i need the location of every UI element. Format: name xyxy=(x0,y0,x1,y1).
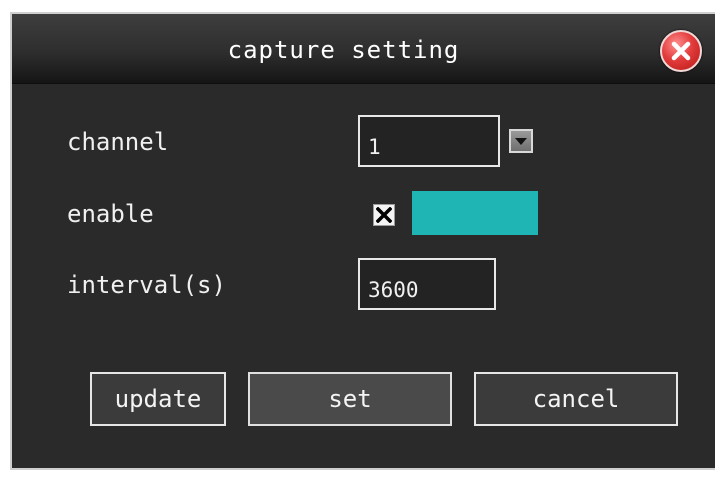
channel-label: channel xyxy=(67,128,169,156)
update-button[interactable]: update xyxy=(90,372,226,426)
x-mark-icon xyxy=(376,207,392,223)
channel-value: 1 xyxy=(368,135,381,159)
title-bar: capture setting xyxy=(12,14,715,84)
interval-value: 3600 xyxy=(368,278,419,302)
enable-label: enable xyxy=(67,200,154,228)
set-button[interactable]: set xyxy=(248,372,452,426)
close-icon xyxy=(671,41,691,61)
screen-frame: capture setting channel 1 enable interva… xyxy=(0,0,715,478)
capture-setting-dialog: capture setting channel 1 enable interva… xyxy=(10,12,715,470)
cancel-button[interactable]: cancel xyxy=(474,372,678,426)
close-button[interactable] xyxy=(660,30,702,72)
enable-checkbox[interactable] xyxy=(373,204,395,226)
interval-input[interactable]: 3600 xyxy=(358,258,496,310)
interval-label: interval(s) xyxy=(67,271,226,299)
channel-dropdown-button[interactable] xyxy=(509,129,533,153)
channel-select[interactable]: 1 xyxy=(358,115,500,167)
enable-color-swatch[interactable] xyxy=(412,191,538,235)
chevron-down-icon xyxy=(515,138,527,145)
dialog-title: capture setting xyxy=(227,36,460,64)
